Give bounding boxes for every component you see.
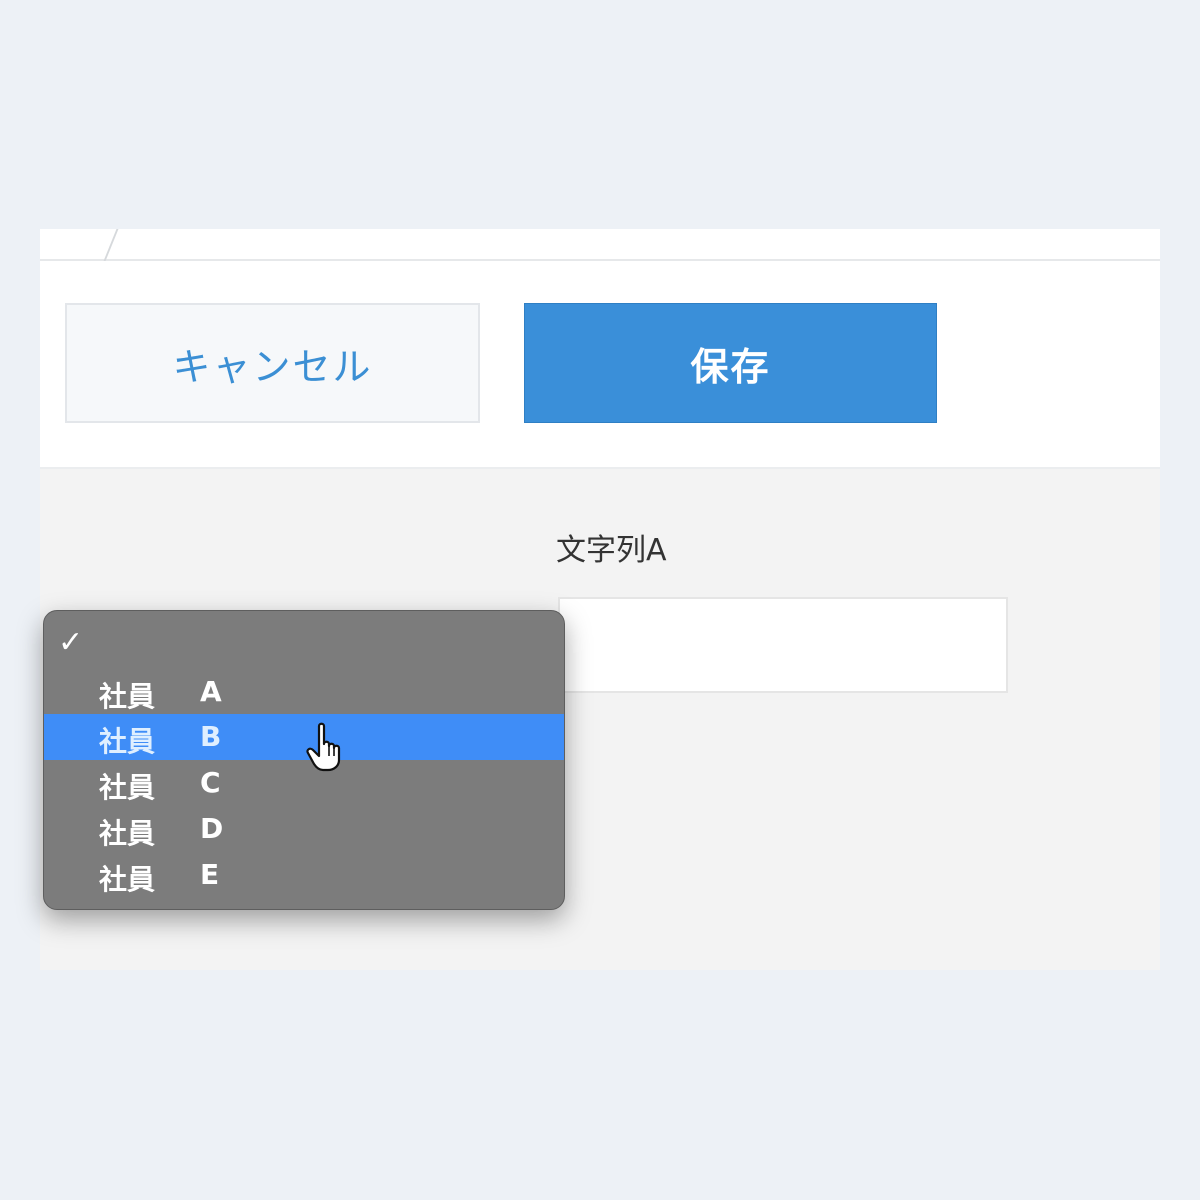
dropdown-option[interactable]: 社員 A (44, 669, 564, 715)
dropdown-option[interactable]: 社員 C (44, 760, 564, 806)
option-letter: C (200, 766, 221, 799)
option-prefix: 社員 (99, 725, 156, 758)
field-label: 文字列A (556, 533, 667, 568)
option-prefix: 社員 (99, 680, 156, 713)
checkmark-icon: ✓ (58, 625, 84, 660)
hand-pointer-icon (306, 722, 341, 772)
action-toolbar: キャンセル 保存 (40, 261, 1160, 469)
cancel-button[interactable]: キャンセル (65, 303, 480, 423)
dropdown-option-selected[interactable]: 社員 B (44, 714, 564, 760)
employee-dropdown-menu[interactable]: ✓ 社員 A 社員 B 社員 C 社員 D 社員 E (43, 610, 565, 910)
option-letter: D (200, 812, 224, 845)
option-letter: B (200, 720, 222, 753)
option-prefix: 社員 (99, 817, 156, 850)
option-prefix: 社員 (99, 863, 156, 896)
header-strip (40, 229, 1160, 263)
dropdown-option[interactable]: 社員 E (44, 852, 564, 898)
option-prefix: 社員 (99, 771, 156, 804)
text-field-a[interactable] (558, 597, 1008, 693)
dropdown-option[interactable]: 社員 D (44, 806, 564, 852)
tab-edge (102, 229, 120, 263)
option-letter: A (200, 675, 222, 708)
option-letter: E (200, 858, 220, 891)
save-button[interactable]: 保存 (524, 303, 937, 423)
